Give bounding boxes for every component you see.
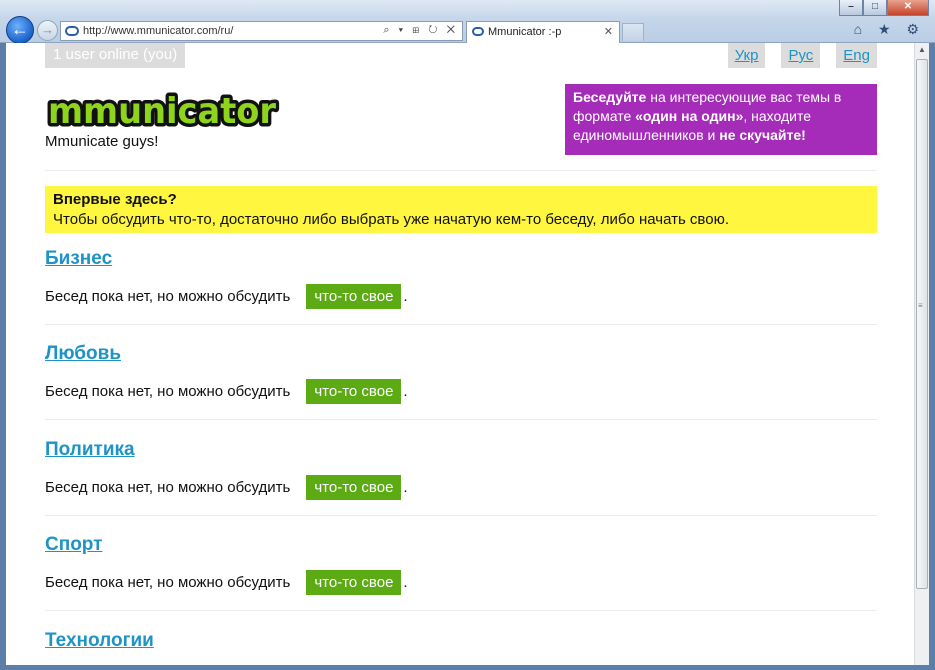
first-time-notice: Впервые здесь? Чтобы обсудить что-то, до… xyxy=(45,186,877,233)
category-divider xyxy=(45,324,877,325)
category-empty-row: Бесед пока нет, но можно обсудить что-то… xyxy=(45,569,408,595)
close-window-button[interactable]: ✕ xyxy=(887,0,929,16)
vertical-scrollbar[interactable]: ▲ ≡ xyxy=(914,43,929,665)
address-tools-icons[interactable]: ⌕ ▾ ⊞ ↻ ✕ xyxy=(383,24,458,37)
scrollbar-grip-icon: ≡ xyxy=(918,301,923,310)
category-empty-row: Бесед пока нет, но можно обсудить что-то… xyxy=(45,283,408,309)
empty-conversations-text: Бесед пока нет, но можно обсудить xyxy=(45,478,291,496)
category-title-politics[interactable]: Политика xyxy=(45,439,135,461)
scroll-up-arrow-icon[interactable]: ▲ xyxy=(918,45,926,54)
page-viewport: 1 user online (you) Укр Рус Eng mmunicat… xyxy=(6,43,914,665)
language-switcher: Укр Рус Eng xyxy=(727,43,877,68)
online-status-badge: 1 user online (you) xyxy=(45,43,186,68)
empty-conversations-text: Бесед пока нет, но можно обсудить xyxy=(45,287,291,305)
lang-link-ukr[interactable]: Укр xyxy=(727,43,766,68)
trailing-period: . xyxy=(403,478,408,496)
start-own-conversation-button[interactable]: что-то свое xyxy=(306,283,402,309)
scrollbar-thumb[interactable] xyxy=(916,59,928,589)
start-own-conversation-button[interactable]: что-то свое xyxy=(306,569,402,595)
forward-arrow-icon[interactable]: → xyxy=(37,20,58,41)
promo-bold-2: «один на один» xyxy=(635,108,744,124)
promo-bold-1: Беседуйте xyxy=(573,89,647,105)
category-empty-row: Бесед пока нет, но можно обсудить что-то… xyxy=(45,378,408,404)
category-empty-row: Бесед пока нет, но можно обсудить что-то… xyxy=(45,474,408,500)
lang-link-eng[interactable]: Eng xyxy=(836,43,877,68)
notice-body: Чтобы обсудить что-то, достаточно либо в… xyxy=(53,211,729,228)
new-tab-button[interactable] xyxy=(622,23,644,41)
trailing-period: . xyxy=(403,382,408,400)
maximize-button[interactable]: □ xyxy=(863,0,887,16)
category-divider xyxy=(45,419,877,420)
promo-bold-3: не скучайте! xyxy=(719,127,806,143)
category-title-technology[interactable]: Технологии xyxy=(45,630,154,652)
category-divider xyxy=(45,515,877,516)
window-frame-right xyxy=(929,43,935,670)
toolbar-right-icons[interactable]: ⌂ ★ ⚙ xyxy=(854,21,925,38)
start-own-conversation-button[interactable]: что-то свое xyxy=(306,378,402,404)
tab-favicon-icon xyxy=(472,27,484,36)
tab-title: Mmunicator :-p xyxy=(488,26,562,38)
window-controls: – □ ✕ xyxy=(839,0,929,16)
promo-banner: Беседуйте на интересующие вас темы в фор… xyxy=(565,84,877,155)
start-own-conversation-button[interactable]: что-то свое xyxy=(306,474,402,500)
back-arrow-icon[interactable]: ← xyxy=(6,16,34,44)
category-title-sport[interactable]: Спорт xyxy=(45,534,102,556)
trailing-period: . xyxy=(403,287,408,305)
category-title-business[interactable]: Бизнес xyxy=(45,248,112,270)
browser-chrome: ← → http://www.mmunicator.com/ru/ ⌕ ▾ ⊞ … xyxy=(0,0,935,44)
browser-tab[interactable]: Mmunicator :-p ✕ xyxy=(466,21,620,43)
lang-link-rus[interactable]: Рус xyxy=(781,43,821,68)
mmunicator-logo[interactable]: mmunicator mmunicator xyxy=(45,89,281,133)
notice-heading: Впервые здесь? xyxy=(53,191,177,208)
empty-conversations-text: Бесед пока нет, но можно обсудить xyxy=(45,573,291,591)
address-url[interactable]: http://www.mmunicator.com/ru/ xyxy=(83,25,233,37)
tagline: Mmunicate guys! xyxy=(45,133,159,150)
category-title-love[interactable]: Любовь xyxy=(45,343,121,365)
tab-close-icon[interactable]: ✕ xyxy=(604,25,613,38)
address-bar[interactable]: http://www.mmunicator.com/ru/ ⌕ ▾ ⊞ ↻ ✕ xyxy=(60,21,463,41)
empty-conversations-text: Бесед пока нет, но можно обсудить xyxy=(45,382,291,400)
category-divider xyxy=(45,610,877,611)
minimize-button[interactable]: – xyxy=(839,0,863,16)
window-frame-bottom xyxy=(0,665,935,670)
trailing-period: . xyxy=(403,573,408,591)
header-divider xyxy=(45,170,877,171)
logo-text-fill: mmunicator xyxy=(48,91,276,132)
site-favicon-icon xyxy=(65,26,79,36)
